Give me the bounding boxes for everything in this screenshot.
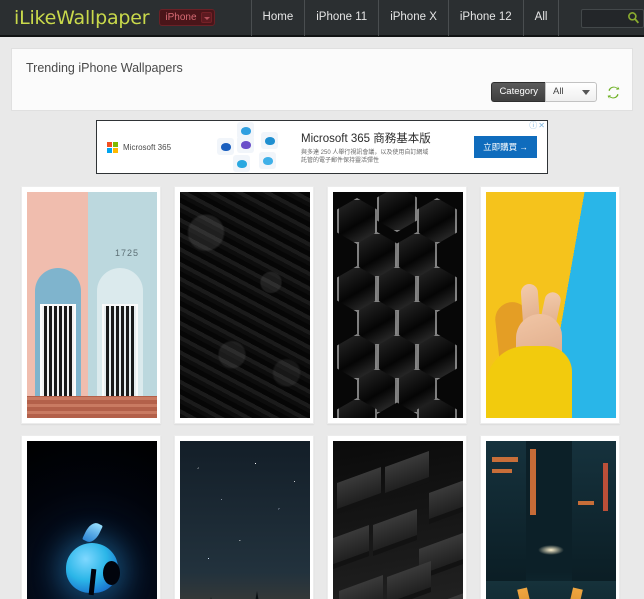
ad-artwork [215, 121, 293, 173]
starry-sky-pines-thumbnail[interactable] [180, 441, 310, 599]
wallpaper-card-2[interactable] [174, 186, 314, 424]
headlight-glow [538, 544, 564, 555]
ad-container: Microsoft 365 Microsoft 365 商務基本版 與多達 25… [11, 120, 633, 174]
page-title: Trending iPhone Wallpapers [26, 61, 183, 75]
left-buildings [486, 441, 526, 591]
brand-selector-badge[interactable]: iPhone [159, 9, 215, 26]
wallpaper-card-4[interactable] [480, 186, 620, 424]
page-body: Trending iPhone Wallpapers Category All … [0, 37, 644, 599]
main-navigation: Home iPhone 11 iPhone X iPhone 12 All [250, 0, 560, 36]
ad-headline: Microsoft 365 商務基本版 [301, 132, 431, 145]
search-box [581, 8, 644, 28]
ad-copy: Microsoft 365 商務基本版 與多達 250 人舉行視訊會議，以及使用… [293, 130, 474, 165]
pink-blue-brick-doors-thumbnail[interactable]: 1725 [27, 192, 157, 418]
site-logo[interactable]: iLikeWallpaper [14, 7, 150, 29]
yellow-sleeve [486, 346, 572, 418]
house-number: 1725 [114, 248, 139, 258]
filter-bar: Category All [491, 82, 622, 102]
ad-brand: Microsoft 365 [97, 141, 215, 153]
ad-badges: ⓘ ✕ [529, 122, 545, 130]
wallpaper-card-6[interactable] [174, 435, 314, 599]
nav-item-all[interactable]: All [524, 0, 560, 36]
refresh-icon[interactable] [605, 84, 622, 101]
wallpaper-card-8[interactable] [480, 435, 620, 599]
apple-leaf-icon [82, 520, 103, 546]
site-header: iLikeWallpaper iPhone Home iPhone 11 iPh… [0, 0, 644, 37]
wallpaper-card-1[interactable]: 1725 [21, 186, 161, 424]
ad-cta-button[interactable]: 立即購買 → [474, 136, 537, 158]
black-hexagon-3d-thumbnail[interactable] [333, 192, 463, 418]
category-label-button[interactable]: Category [491, 82, 545, 102]
nav-item-iphone-12[interactable]: iPhone 12 [449, 0, 524, 36]
wallpaper-card-5[interactable] [21, 435, 161, 599]
right-door [102, 304, 138, 400]
ad-body-text: 與多達 250 人舉行視訊會議，以及使用自訂網域託管的電子郵件保持靈活彈性 [301, 149, 429, 164]
wallpaper-card-3[interactable] [327, 186, 467, 424]
apple-logo-icon [66, 542, 120, 595]
microsoft-365-ad[interactable]: Microsoft 365 Microsoft 365 商務基本版 與多達 25… [96, 120, 548, 174]
search-icon[interactable] [627, 11, 640, 24]
brand-selector-label: iPhone [165, 12, 197, 23]
chevron-down-icon[interactable] [200, 12, 212, 23]
night-city-street-thumbnail[interactable] [486, 441, 616, 599]
nav-item-iphone-11[interactable]: iPhone 11 [305, 0, 380, 36]
dark-cube-tiles-thumbnail[interactable] [333, 441, 463, 599]
trending-panel: Trending iPhone Wallpapers Category All [11, 48, 633, 111]
nav-item-home[interactable]: Home [250, 0, 306, 36]
microsoft-logo-icon [107, 141, 118, 153]
peace-sign-hand-thumbnail[interactable] [486, 192, 616, 418]
wallpaper-card-7[interactable] [327, 435, 467, 599]
category-select[interactable]: All [545, 82, 597, 102]
caret-down-icon [582, 90, 590, 95]
ad-brand-name: Microsoft 365 [123, 142, 172, 152]
ad-close-icon[interactable]: ✕ [538, 122, 545, 130]
adchoices-info-icon[interactable]: ⓘ [529, 122, 537, 130]
glowing-apple-logo-thumbnail[interactable] [27, 441, 157, 599]
left-door [40, 304, 76, 400]
category-select-value: All [553, 86, 564, 97]
nav-item-iphone-x[interactable]: iPhone X [379, 0, 449, 36]
wallpaper-grid: 1725 [11, 186, 633, 599]
right-buildings [572, 441, 616, 591]
black-rough-stone-thumbnail[interactable] [180, 192, 310, 418]
road [486, 581, 616, 599]
brick-steps [27, 396, 157, 418]
